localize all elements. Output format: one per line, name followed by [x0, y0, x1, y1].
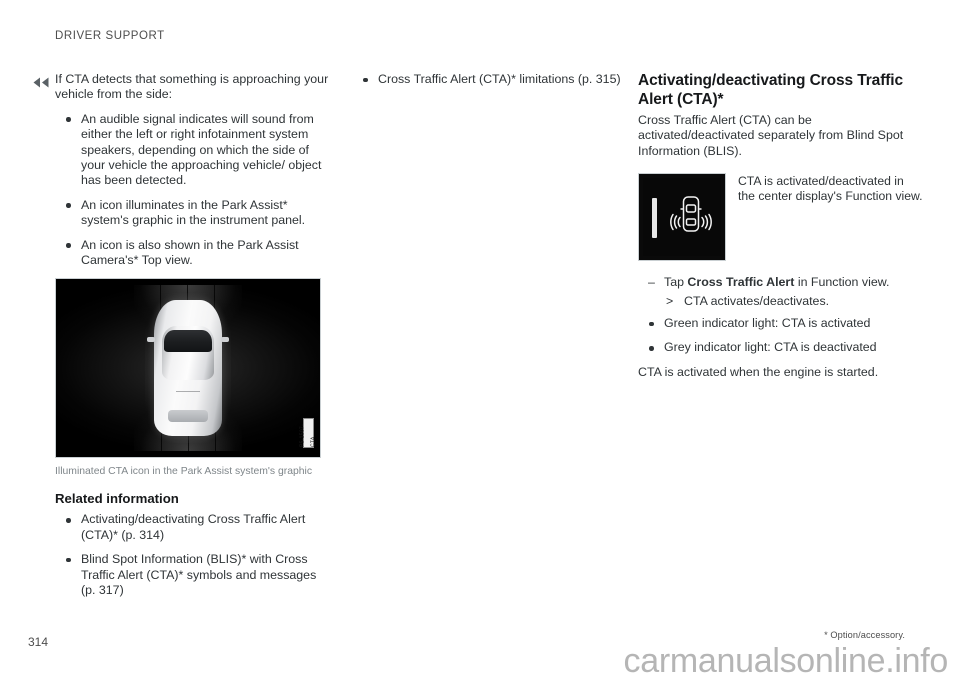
list-item-link[interactable]: Blind Spot Information (BLIS)* with Cros… [55, 552, 333, 598]
page-columns: If CTA detects that something is approac… [0, 72, 960, 597]
list-item: Grey indicator light: CTA is deactivated [638, 340, 923, 355]
figure-caption: Illuminated CTA icon in the Park Assist … [55, 466, 313, 478]
list-item-step: Tap Cross Traffic Alert in Function view… [638, 275, 923, 310]
column-right: Activating/deactivating Cross Traffic Al… [638, 72, 923, 389]
list-item: An icon is also shown in the Park Assist… [55, 238, 333, 269]
left-bullet-list: An audible signal indicates will sound f… [55, 112, 333, 269]
figure-id-label: P5-1507-CTA [300, 418, 317, 449]
column-left: If CTA detects that something is approac… [55, 72, 333, 608]
manual-page: DRIVER SUPPORT If CTA detects that somet… [0, 0, 960, 680]
list-item: An audible signal indicates will sound f… [55, 112, 333, 189]
cta-function-view-figure [638, 173, 726, 262]
list-item: Green indicator light: CTA is activated [638, 316, 923, 331]
watermark: carmanualsonline.info [623, 642, 949, 680]
park-assist-top-view-figure: P5-1507-CTA [55, 278, 321, 459]
page-number: 314 [28, 635, 49, 649]
related-information-list: Activating/deactivating Cross Traffic Al… [55, 512, 333, 598]
list-item-link[interactable]: Activating/deactivating Cross Traffic Al… [55, 512, 333, 543]
vehicle-top-view-icon [145, 293, 231, 444]
column-middle: Cross Traffic Alert (CTA)* limitations (… [352, 72, 630, 96]
right-closing-paragraph: CTA is activated when the engine is star… [638, 364, 879, 379]
cta-indicator-list: Green indicator light: CTA is activated … [638, 316, 923, 356]
list-item-link[interactable]: Cross Traffic Alert (CTA)* limitations (… [352, 72, 630, 87]
page-title: Activating/deactivating Cross Traffic Al… [638, 72, 904, 108]
cta-figure-note: CTA is activated/deactivated in the cent… [738, 174, 923, 204]
step-bold-control[interactable]: Cross Traffic Alert [687, 275, 794, 289]
left-intro-paragraph: If CTA detects that something is approac… [55, 72, 329, 102]
footnote-option-accessory: * Option/accessory. [824, 630, 905, 640]
cross-traffic-alert-icon [665, 192, 717, 244]
cta-steps-list: Tap Cross Traffic Alert in Function view… [638, 275, 923, 310]
step-suffix: in Function view. [794, 275, 890, 290]
middle-related-list: Cross Traffic Alert (CTA)* limitations (… [352, 72, 630, 87]
list-item: An icon illuminates in the Park Assist* … [55, 198, 333, 229]
step-prefix: Tap [664, 275, 688, 290]
running-header-title: DRIVER SUPPORT [55, 30, 165, 42]
related-information-heading: Related information [55, 491, 179, 507]
indicator-bar-icon [652, 198, 657, 239]
right-intro-paragraph: Cross Traffic Alert (CTA) can be activat… [638, 113, 904, 158]
step-result: CTA activates/deactivates. [664, 294, 923, 310]
cta-figure-row: CTA is activated/deactivated in the cent… [638, 173, 923, 262]
